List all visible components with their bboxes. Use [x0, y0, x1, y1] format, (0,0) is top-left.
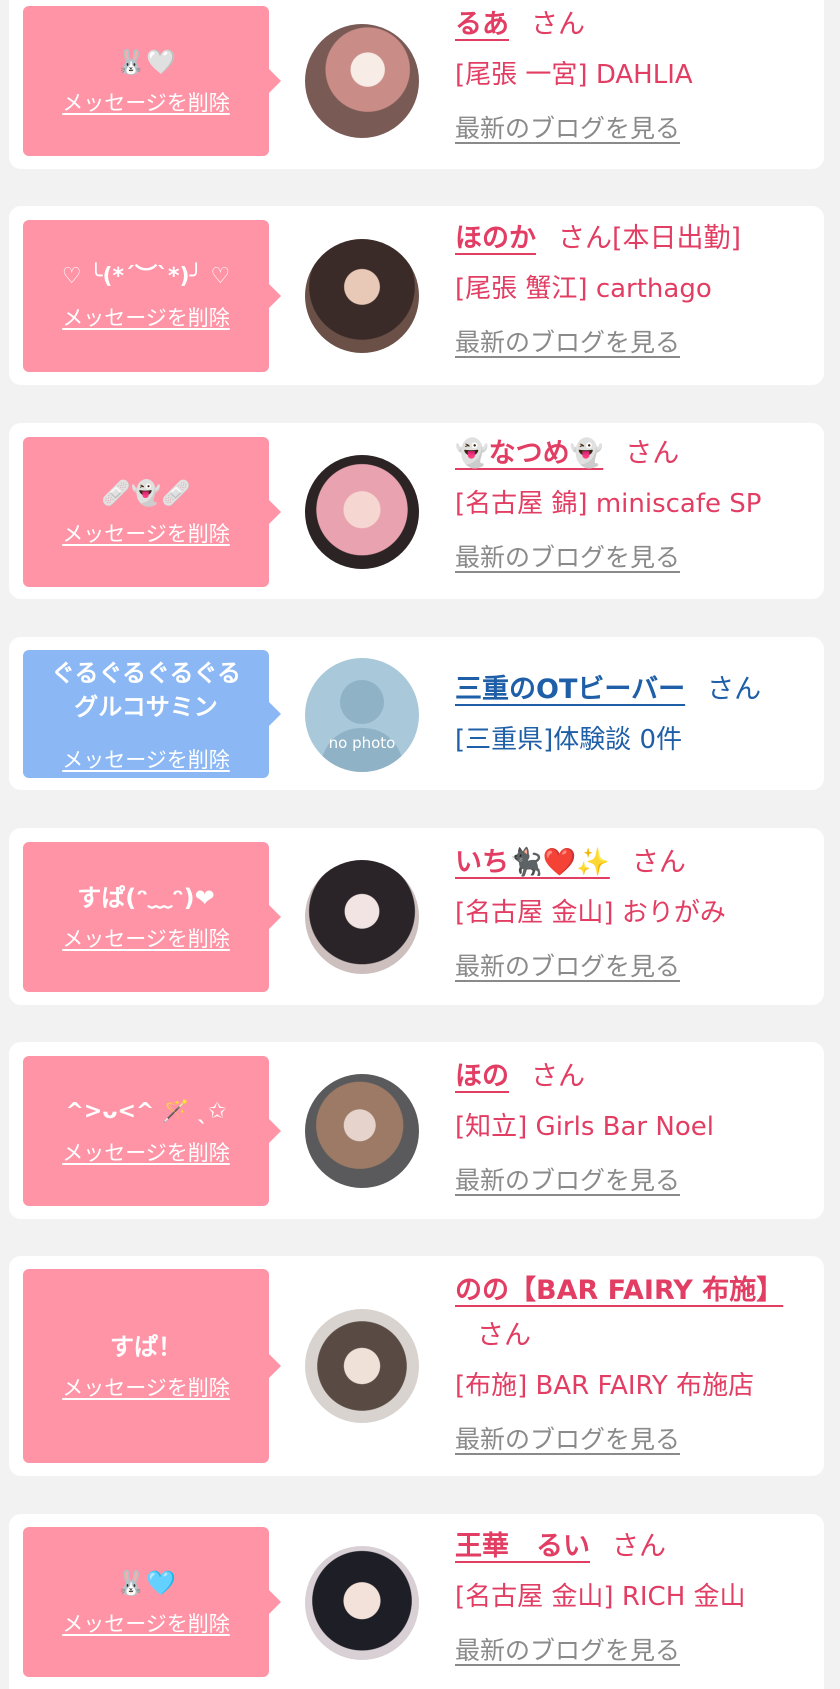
- avatar[interactable]: [305, 239, 419, 353]
- no-photo-silhouette-icon: [319, 680, 405, 772]
- entry-info: いち🐈‍⬛❤️✨ さん [名古屋 金山] おりがみ 最新のブログを見る: [455, 842, 815, 983]
- avatar[interactable]: [305, 24, 419, 138]
- entry-info: 👻なつめ👻 さん [名古屋 錦] miniscafe SP 最新のブログを見る: [455, 433, 815, 574]
- delete-message-link[interactable]: メッセージを削除: [62, 744, 230, 774]
- shop-label: [尾張 蟹江] carthago: [455, 274, 712, 304]
- list-item: すぱ！ メッセージを削除 のの【BAR FAIRY 布施】さん [布施] BAR…: [9, 1256, 824, 1476]
- message-bubble: すぱ(ᵔ﹏ᵔ)❤ メッセージを削除: [23, 842, 281, 992]
- list-item: 🐰🩵 メッセージを削除 王華 るい さん [名古屋 金山] RICH 金山 最新の…: [9, 1514, 824, 1689]
- entry-info: 王華 るい さん [名古屋 金山] RICH 金山 最新のブログを見る: [455, 1526, 815, 1667]
- shop-label: [三重県]体験談 0件: [455, 725, 683, 755]
- delete-message-link[interactable]: メッセージを削除: [62, 302, 230, 332]
- user-name-link[interactable]: 👻なつめ👻: [455, 438, 603, 469]
- honorific: さん: [477, 1320, 531, 1351]
- list-item: ^>ᴗ<^ 🪄 ˎ✩ メッセージを削除 ほの さん [知立] Girls Bar …: [9, 1042, 824, 1219]
- list-item: ♡ ╰(*´︶`*)╯ ♡ メッセージを削除 ほのか さん[本日出勤] [尾張 蟹…: [9, 206, 824, 385]
- list-item: 🩹👻🩹 メッセージを削除 👻なつめ👻 さん [名古屋 錦] miniscafe S…: [9, 423, 824, 599]
- message-text: ^>ᴗ<^ 🪄 ˎ✩: [65, 1099, 227, 1124]
- latest-blog-link[interactable]: 最新のブログを見る: [455, 1631, 680, 1667]
- honorific: さん: [612, 1531, 666, 1562]
- delete-message-link[interactable]: メッセージを削除: [62, 1137, 230, 1167]
- message-bubble: ^>ᴗ<^ 🪄 ˎ✩ メッセージを削除: [23, 1056, 281, 1206]
- user-name-link[interactable]: 三重のOTビーバー: [455, 674, 685, 705]
- entry-info: ほのか さん[本日出勤] [尾張 蟹江] carthago 最新のブログを見る: [455, 218, 815, 359]
- delete-message-link[interactable]: メッセージを削除: [62, 923, 230, 953]
- list-item: すぱ(ᵔ﹏ᵔ)❤ メッセージを削除 いち🐈‍⬛❤️✨ さん [名古屋 金山] おり…: [9, 828, 824, 1005]
- avatar[interactable]: [305, 1546, 419, 1660]
- shop-label: [名古屋 金山] RICH 金山: [455, 1582, 746, 1612]
- no-photo-label: no photo: [328, 734, 396, 752]
- latest-blog-link[interactable]: 最新のブログを見る: [455, 323, 680, 359]
- entry-info: るあ さん [尾張 一宮] DAHLIA 最新のブログを見る: [455, 4, 815, 145]
- delete-message-link[interactable]: メッセージを削除: [62, 1372, 230, 1402]
- shop-label: [尾張 一宮] DAHLIA: [455, 60, 693, 90]
- list-item: ぐるぐるぐるぐる グルコサミン メッセージを削除 no photo 三重のOTビ…: [9, 637, 824, 790]
- message-bubble: ぐるぐるぐるぐる グルコサミン メッセージを削除: [23, 650, 281, 778]
- user-name-link[interactable]: ほのか: [455, 223, 536, 254]
- message-bubble: すぱ！ メッセージを削除: [23, 1269, 281, 1463]
- avatar[interactable]: [305, 860, 419, 974]
- message-text: すぱ！: [110, 1333, 182, 1361]
- user-name-link[interactable]: 王華 るい: [455, 1531, 590, 1562]
- latest-blog-link[interactable]: 最新のブログを見る: [455, 947, 680, 983]
- shop-label: [知立] Girls Bar Noel: [455, 1112, 714, 1142]
- delete-message-link[interactable]: メッセージを削除: [62, 1608, 230, 1638]
- honorific: さん: [625, 438, 680, 469]
- honorific: さん: [707, 674, 762, 705]
- avatar[interactable]: no photo: [305, 658, 419, 772]
- message-text: ♡ ╰(*´︶`*)╯ ♡: [61, 264, 231, 289]
- message-text: 🩹👻🩹: [101, 479, 191, 507]
- user-name-link[interactable]: ほの: [455, 1061, 509, 1092]
- latest-blog-link[interactable]: 最新のブログを見る: [455, 1420, 680, 1456]
- delete-message-link[interactable]: メッセージを削除: [62, 518, 230, 548]
- entry-info: 三重のOTビーバー さん [三重県]体験談 0件: [455, 669, 815, 760]
- entry-info: ほの さん [知立] Girls Bar Noel 最新のブログを見る: [455, 1056, 815, 1197]
- avatar[interactable]: [305, 455, 419, 569]
- latest-blog-link[interactable]: 最新のブログを見る: [455, 109, 680, 145]
- message-bubble: 🩹👻🩹 メッセージを削除: [23, 437, 281, 587]
- honorific: さん: [531, 1061, 585, 1092]
- honorific: さん: [558, 223, 612, 254]
- honorific: さん: [631, 847, 686, 878]
- list-item: 🐰🤍 メッセージを削除 るあ さん [尾張 一宮] DAHLIA 最新のブログを見…: [9, 0, 824, 169]
- message-text: 🐰🤍: [116, 48, 176, 76]
- message-list: 🐰🤍 メッセージを削除 るあ さん [尾張 一宮] DAHLIA 最新のブログを見…: [0, 0, 840, 1689]
- honorific: さん: [531, 9, 585, 40]
- user-name-link[interactable]: いち🐈‍⬛❤️✨: [455, 847, 610, 878]
- message-text: 🐰🩵: [116, 1569, 176, 1597]
- message-bubble: 🐰🤍 メッセージを削除: [23, 6, 281, 156]
- latest-blog-link[interactable]: 最新のブログを見る: [455, 538, 680, 574]
- message-text: ぐるぐるぐるぐる グルコサミン: [50, 659, 242, 721]
- shop-label: [名古屋 金山] おりがみ: [455, 898, 726, 928]
- user-name-link[interactable]: るあ: [455, 9, 509, 40]
- entry-info: のの【BAR FAIRY 布施】さん [布施] BAR FAIRY 布施店 最新…: [455, 1270, 811, 1456]
- message-text: すぱ(ᵔ﹏ᵔ)❤: [77, 884, 215, 912]
- message-bubble: 🐰🩵 メッセージを削除: [23, 1527, 281, 1677]
- shop-label: [布施] BAR FAIRY 布施店: [455, 1371, 755, 1401]
- shop-label: [名古屋 錦] miniscafe SP: [455, 489, 762, 519]
- avatar[interactable]: [305, 1074, 419, 1188]
- message-bubble: ♡ ╰(*´︶`*)╯ ♡ メッセージを削除: [23, 220, 281, 372]
- user-name-link[interactable]: のの【BAR FAIRY 布施】: [455, 1275, 783, 1306]
- delete-message-link[interactable]: メッセージを削除: [62, 87, 230, 117]
- status-tag: [本日出勤]: [612, 223, 742, 254]
- latest-blog-link[interactable]: 最新のブログを見る: [455, 1161, 680, 1197]
- avatar[interactable]: [305, 1309, 419, 1423]
